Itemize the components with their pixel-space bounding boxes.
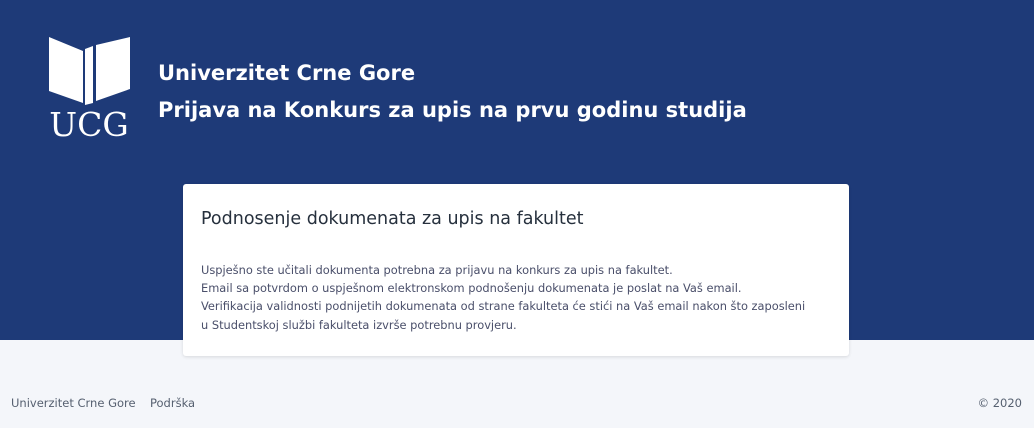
page-subtitle: Prijava na Konkurs za upis na prvu godin… [158, 98, 747, 122]
confirmation-card: Podnosenje dokumenata za upis na fakulte… [183, 184, 849, 356]
copyright-text: © 2020 [977, 396, 1022, 410]
card-message: Uspješno ste učitali dokumenta potrebna … [201, 261, 841, 334]
message-line: Email sa potvrdom o uspješnom elektronsk… [201, 281, 742, 296]
footer-support-link[interactable]: Podrška [150, 394, 195, 412]
page: UCG Univerzitet Crne Gore Prijava na Kon… [0, 0, 1034, 428]
footer-home-link[interactable]: Univerzitet Crne Gore [11, 394, 136, 412]
message-line: Verifikacija validnosti podnijetih dokum… [201, 299, 806, 314]
site-title: Univerzitet Crne Gore [158, 61, 416, 85]
message-line: u Studentskoj službi fakulteta izvrše po… [201, 317, 517, 332]
card-title: Podnosenje dokumenata za upis na fakulte… [201, 209, 584, 229]
open-book-icon [49, 37, 130, 105]
logo-text: UCG [49, 105, 129, 144]
ucg-logo[interactable]: UCG [46, 37, 132, 143]
message-line: Uspješno ste učitali dokumenta potrebna … [201, 263, 673, 277]
footer: Univerzitet Crne Gore Podrška © 2020 [0, 394, 1034, 414]
